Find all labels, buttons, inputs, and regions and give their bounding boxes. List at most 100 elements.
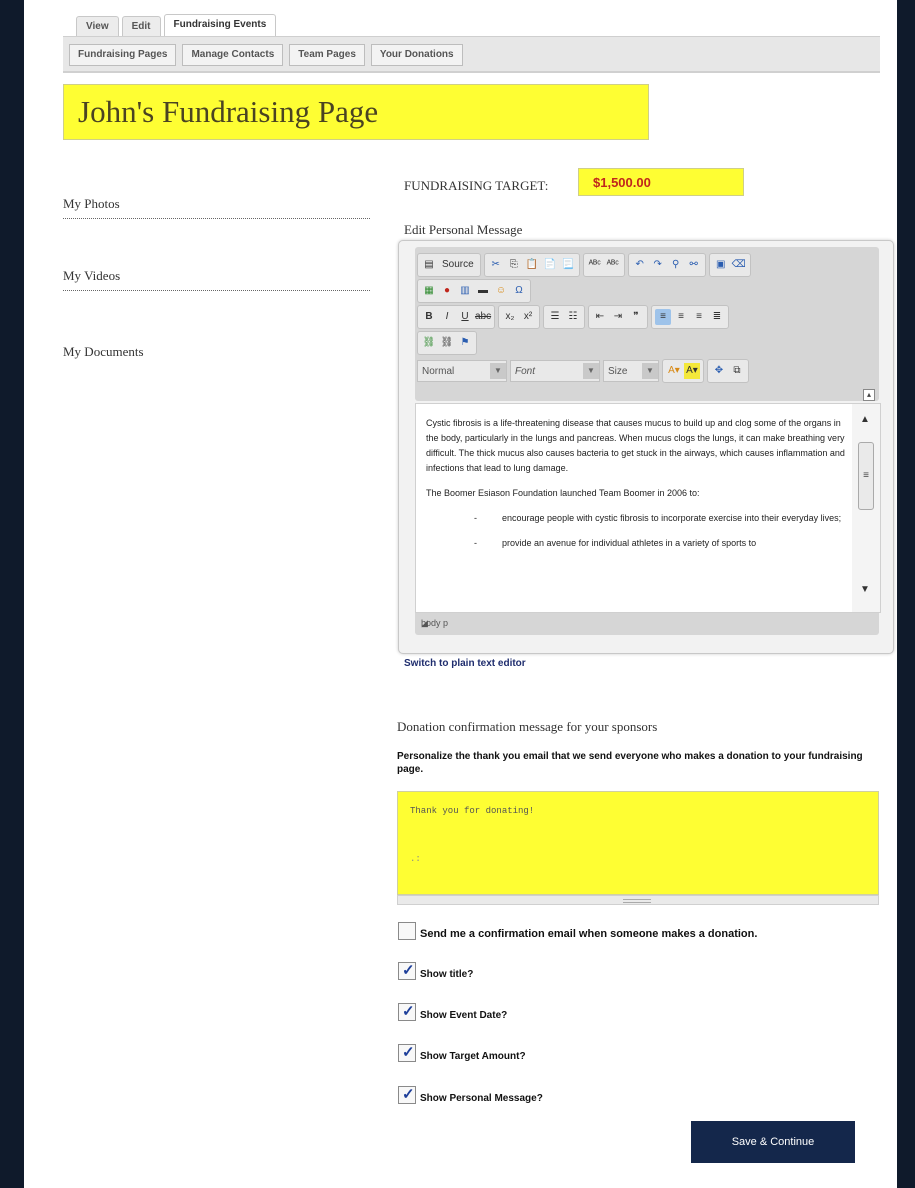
find-icon[interactable]: ⚲ <box>668 257 684 273</box>
target-label: FUNDRAISING TARGET: <box>404 178 549 193</box>
background-color-icon[interactable]: A▾ <box>684 363 700 379</box>
checkbox-label: Show title? <box>420 969 474 980</box>
scrollbar-thumb[interactable]: ≡ <box>858 442 874 510</box>
replace-icon[interactable]: ⚯ <box>686 257 702 273</box>
superscript-icon[interactable]: x² <box>520 309 536 325</box>
show-blocks-icon[interactable]: ⧉ <box>729 363 745 379</box>
thank-you-message-textarea[interactable]: Thank you for donating! .: <box>397 791 879 895</box>
editor-scrollbar[interactable]: ▲ ≡ ▼ <box>852 404 880 612</box>
remove-format-icon[interactable]: ⌫ <box>731 257 747 273</box>
size-select[interactable]: Size ▼ <box>603 360 659 382</box>
page-title-field[interactable]: John's Fundraising Page <box>63 84 649 140</box>
align-left-icon[interactable]: ≡ <box>655 309 671 325</box>
show-personal-message-checkbox[interactable] <box>398 1085 416 1104</box>
primary-tabs: View Edit Fundraising Events <box>76 14 277 37</box>
scroll-down-icon[interactable]: ▼ <box>860 584 870 595</box>
scroll-up-icon[interactable]: ▲ <box>860 414 870 425</box>
checkbox-label: Show Target Amount? <box>420 1051 526 1062</box>
collapse-toolbar-icon[interactable]: ▴ <box>863 389 875 401</box>
donation-description: Personalize the thank you email that we … <box>397 751 863 775</box>
spellcheck-icon[interactable]: ᴬᴮᶜ <box>587 257 603 273</box>
confirmation-email-checkbox[interactable] <box>398 922 416 940</box>
spellcheck-as-you-type-icon[interactable]: ᴬᴮᶜ <box>605 257 621 273</box>
format-select[interactable]: Normal ▼ <box>417 360 507 382</box>
show-event-date-checkbox[interactable] <box>398 1002 416 1021</box>
horizontal-rule-icon[interactable]: ▬ <box>475 283 491 299</box>
editor-paragraph: The Boomer Esiason Foundation launched T… <box>426 488 700 498</box>
bold-icon[interactable]: B <box>421 309 437 325</box>
align-justify-icon[interactable]: ≣ <box>709 309 725 325</box>
align-right-icon[interactable]: ≡ <box>691 309 707 325</box>
italic-icon[interactable]: I <box>439 309 455 325</box>
paste-icon[interactable]: 📋 <box>524 257 540 273</box>
donation-section-title: Donation confirmation message for your s… <box>397 719 658 734</box>
align-center-icon[interactable]: ≡ <box>673 309 689 325</box>
paste-word-icon[interactable]: 📃 <box>560 257 576 273</box>
indent-icon[interactable]: ⇥ <box>610 309 626 325</box>
editor-bullet: - encourage people with cystic fibrosis … <box>474 513 842 523</box>
resize-grip-icon: .: <box>410 854 421 864</box>
blockquote-icon[interactable]: ❞ <box>628 309 644 325</box>
checkbox-label: Send me a confirmation email when someon… <box>420 928 758 940</box>
copy-icon[interactable]: ⎘ <box>506 257 522 273</box>
show-title-checkbox[interactable] <box>398 961 416 980</box>
source-button[interactable]: Source <box>439 257 477 273</box>
special-char-icon[interactable]: Ω <box>511 283 527 299</box>
flash-icon[interactable]: ● <box>439 283 455 299</box>
image-icon[interactable]: ▦ <box>421 283 437 299</box>
tab-fundraising-events[interactable]: Fundraising Events <box>163 14 277 37</box>
strike-icon[interactable]: abc <box>475 309 491 325</box>
tab-view[interactable]: View <box>76 16 119 37</box>
subtab-team-pages[interactable]: Team Pages <box>289 44 365 66</box>
chevron-down-icon: ▼ <box>642 363 658 379</box>
page-title: John's Fundraising Page <box>78 94 379 129</box>
show-target-amount-checkbox[interactable] <box>398 1043 416 1062</box>
editor-toolbar: ▤ Source ✂ ⎘ 📋 📄 📃 ᴬᴮᶜ ᴬᴮᶜ ↶ ↷ ⚲ ⚯ ▣ ⌫ ▦… <box>415 247 879 401</box>
checkbox-row-show-title: Show title? <box>398 961 474 980</box>
smiley-icon[interactable]: ☺ <box>493 283 509 299</box>
textarea-resize-handle[interactable] <box>397 895 879 905</box>
personal-message-label: Edit Personal Message <box>404 222 523 237</box>
bulleted-list-icon[interactable]: ☷ <box>565 309 581 325</box>
paste-text-icon[interactable]: 📄 <box>542 257 558 273</box>
switch-editor-link[interactable]: Switch to plain text editor <box>404 658 526 669</box>
subscript-icon[interactable]: x₂ <box>502 309 518 325</box>
anchor-flag-icon[interactable]: ⚑ <box>457 335 473 351</box>
table-icon[interactable]: ▥ <box>457 283 473 299</box>
subtab-your-donations[interactable]: Your Donations <box>370 44 463 66</box>
outdent-icon[interactable]: ⇤ <box>592 309 608 325</box>
maximize-icon[interactable]: ✥ <box>711 363 727 379</box>
checkbox-row-confirmation: Send me a confirmation email when someon… <box>398 922 757 940</box>
checkbox-label: Show Personal Message? <box>420 1093 543 1104</box>
rich-text-editor: ▤ Source ✂ ⎘ 📋 📄 📃 ᴬᴮᶜ ᴬᴮᶜ ↶ ↷ ⚲ ⚯ ▣ ⌫ ▦… <box>398 240 894 654</box>
cut-icon[interactable]: ✂ <box>488 257 504 273</box>
format-select-value: Normal <box>422 365 455 377</box>
link-icon[interactable]: ⛓ <box>421 335 437 351</box>
undo-icon[interactable]: ↶ <box>632 257 648 273</box>
subtab-fundraising-pages[interactable]: Fundraising Pages <box>69 44 177 66</box>
editor-paragraph: Cystic fibrosis is a life-threatening di… <box>426 418 845 473</box>
redo-icon[interactable]: ↷ <box>650 257 666 273</box>
checkbox-row-show-event-date: Show Event Date? <box>398 1002 507 1021</box>
underline-icon[interactable]: U <box>457 309 473 325</box>
checkbox-row-show-personal-message: Show Personal Message? <box>398 1085 543 1104</box>
chevron-down-icon: ▼ <box>490 363 506 379</box>
tab-edit[interactable]: Edit <box>121 16 161 37</box>
editor-content-area[interactable]: Cystic fibrosis is a life-threatening di… <box>415 403 881 613</box>
target-amount-input[interactable]: $1,500.00 <box>578 168 744 196</box>
secondary-tab-bar: Fundraising Pages Manage Contacts Team P… <box>63 36 880 73</box>
sidebar-item-my-videos[interactable]: My Videos <box>63 268 370 291</box>
page-container: View Edit Fundraising Events Fundraising… <box>24 0 897 1188</box>
font-select[interactable]: Font ▼ <box>510 360 600 382</box>
select-all-icon[interactable]: ▣ <box>713 257 729 273</box>
thank-you-message-text: Thank you for donating! <box>410 806 535 816</box>
save-continue-button[interactable]: Save & Continue <box>691 1121 855 1163</box>
unlink-icon[interactable]: ⛓ <box>439 335 455 351</box>
sidebar-item-my-documents[interactable]: My Documents <box>63 344 370 360</box>
numbered-list-icon[interactable]: ☰ <box>547 309 563 325</box>
resize-grip-icon[interactable]: ◢ <box>421 618 873 629</box>
subtab-manage-contacts[interactable]: Manage Contacts <box>182 44 284 66</box>
text-color-icon[interactable]: A▾ <box>666 363 682 379</box>
sidebar-item-my-photos[interactable]: My Photos <box>63 196 370 219</box>
size-select-value: Size <box>608 365 628 377</box>
